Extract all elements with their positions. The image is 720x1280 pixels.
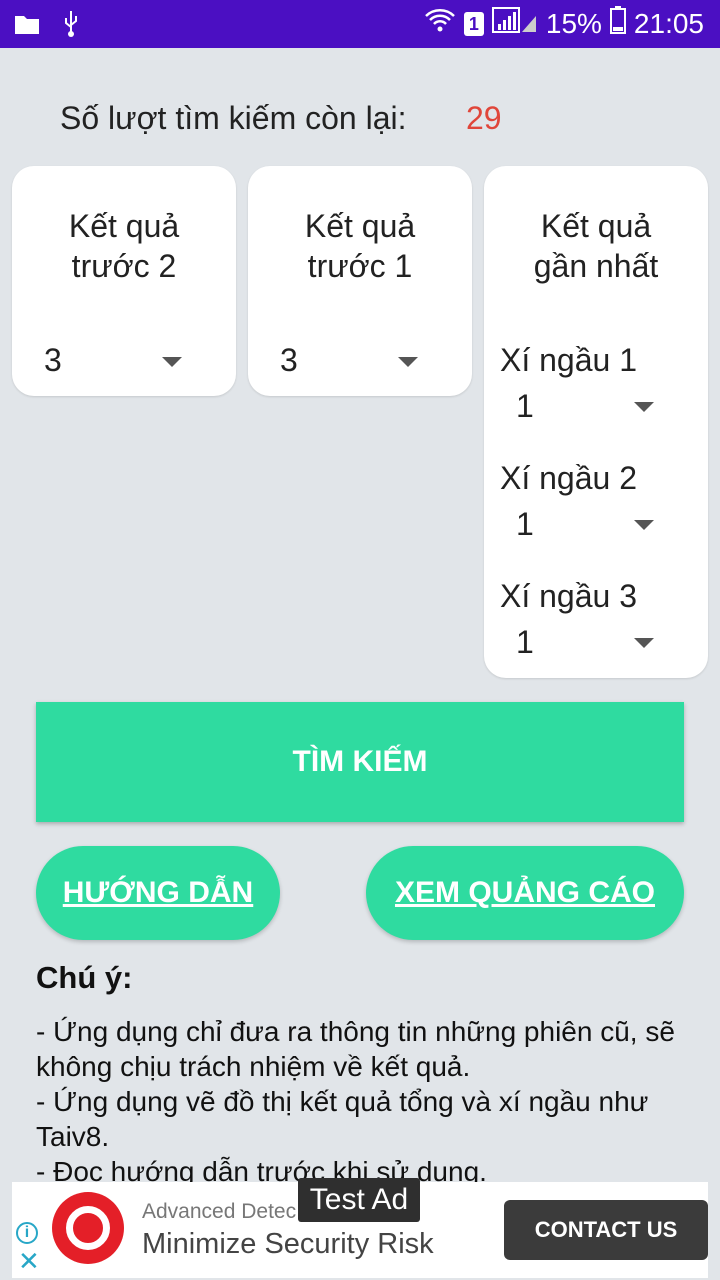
watch-ad-button[interactable]: XEM QUẢNG CÁO <box>366 846 684 940</box>
die-1-select[interactable]: 1 <box>516 388 534 425</box>
chevron-down-icon[interactable] <box>398 357 418 367</box>
note-line: - Ứng dụng chỉ đưa ra thông tin những ph… <box>36 1016 675 1082</box>
remaining-searches-value: 29 <box>466 100 502 136</box>
sim-badge: 1 <box>463 11 484 36</box>
card-title: Kết quả trước 2 <box>68 208 180 284</box>
close-icon[interactable]: ✕ <box>18 1248 40 1274</box>
die-1-label: Xí ngầu 1 <box>500 342 637 378</box>
folder-icon <box>14 13 40 40</box>
guide-button[interactable]: HƯỚNG DẪN <box>36 846 280 940</box>
die-2-label: Xí ngầu 2 <box>500 460 637 496</box>
notes-body: - Ứng dụng chỉ đưa ra thông tin những ph… <box>36 1014 696 1189</box>
signal-icon <box>491 6 538 41</box>
previous-2-select[interactable]: 3 <box>44 342 62 379</box>
chevron-down-icon[interactable] <box>162 357 182 367</box>
previous-1-select[interactable]: 3 <box>280 342 298 379</box>
ad-headline: Minimize Security Risk <box>142 1228 434 1260</box>
remaining-searches-label: Số lượt tìm kiếm còn lại: <box>60 100 407 136</box>
usb-icon <box>62 10 80 43</box>
card-title: Kết quả gần nhất <box>533 208 659 284</box>
note-line: - Ứng dụng vẽ đồ thị kết quả tổng và xí … <box>36 1086 649 1152</box>
chevron-down-icon[interactable] <box>634 520 654 530</box>
ad-subtext: Advanced Detec <box>142 1200 297 1223</box>
die-3-label: Xí ngầu 3 <box>500 578 637 614</box>
status-bar: 1 15% 21:05 <box>0 0 720 48</box>
advertiser-logo <box>52 1192 124 1264</box>
battery-icon <box>609 6 626 41</box>
contact-us-button[interactable]: CONTACT US <box>504 1200 708 1260</box>
test-ad-badge: Test Ad <box>298 1178 420 1222</box>
clock: 21:05 <box>633 7 704 39</box>
card-previous-1: Kết quả trước 1 3 <box>248 166 472 396</box>
search-button[interactable]: TÌM KIẾM <box>36 702 684 822</box>
card-latest: Kết quả gần nhất Xí ngầu 1 1 Xí ngầu 2 1… <box>484 166 708 678</box>
info-icon[interactable]: i <box>16 1222 38 1244</box>
chevron-down-icon[interactable] <box>634 402 654 412</box>
notes-title: Chú ý: <box>36 960 133 995</box>
die-3-select[interactable]: 1 <box>516 624 534 661</box>
wifi-icon <box>424 7 456 40</box>
battery-percent: 15% <box>545 7 602 39</box>
card-title: Kết quả trước 1 <box>304 208 416 284</box>
die-2-select[interactable]: 1 <box>516 506 534 543</box>
card-previous-2: Kết quả trước 2 3 <box>12 166 236 396</box>
chevron-down-icon[interactable] <box>634 638 654 648</box>
